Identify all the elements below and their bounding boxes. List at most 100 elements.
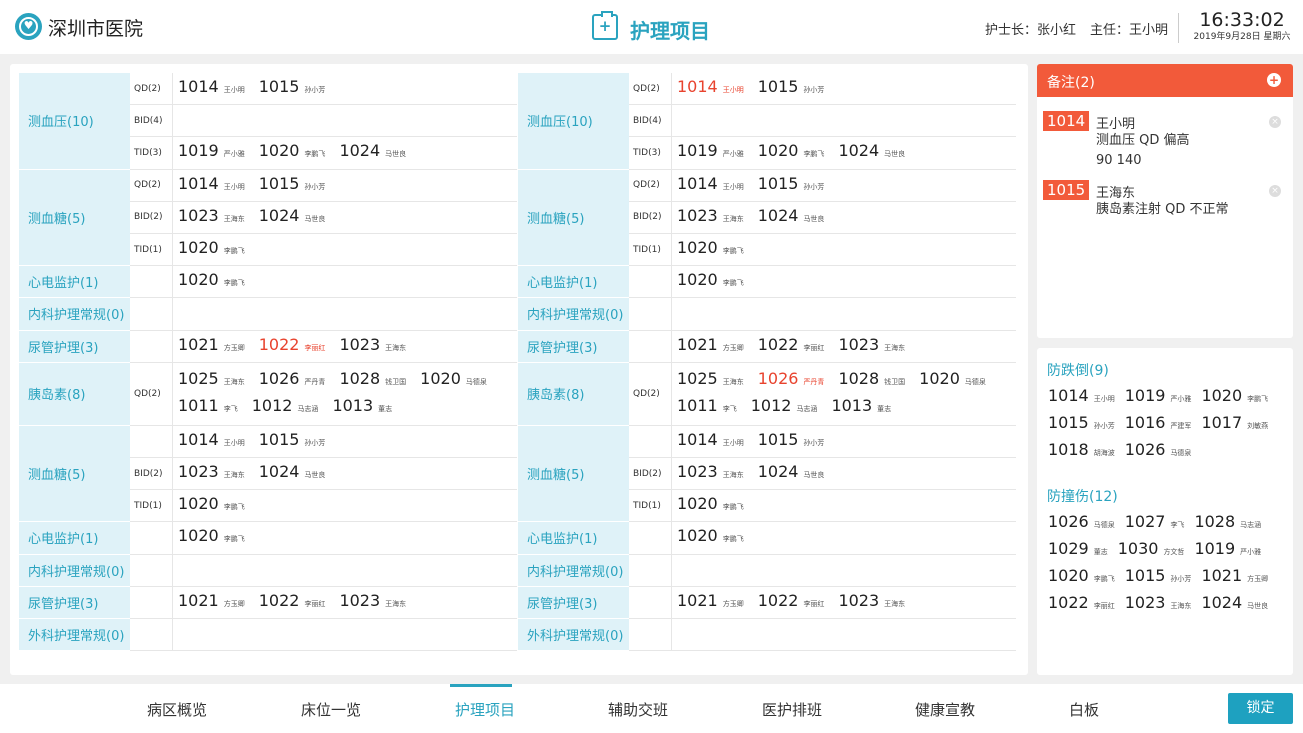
category-label[interactable]: 尿管护理(3) [518,330,629,363]
patient-entry[interactable]: 1021 方玉卿 [178,333,245,360]
patient-entry[interactable]: 1028 马志涵 [1194,512,1261,531]
patient-entry[interactable]: 1021 方玉卿 [178,589,245,616]
category-label[interactable]: 外科护理常规(0) [518,619,629,652]
patient-entry[interactable]: 1022 李丽红 [259,589,326,616]
category-label[interactable]: 测血糖(5) [518,169,629,267]
patient-entry[interactable]: 1014 王小明 [1048,386,1115,405]
nav-tab[interactable]: 医护排班 [737,684,847,733]
nav-tab[interactable]: 健康宣教 [890,684,1000,733]
nav-tab[interactable]: 辅助交班 [583,684,693,733]
patient-entry[interactable]: 1019 严小雅 [1194,539,1261,558]
patient-entry[interactable]: 1029 董志 [1048,539,1108,558]
patient-entry[interactable]: 1012 马志涵 [751,394,818,421]
patient-entry[interactable]: 1025 王海东 [178,367,245,394]
category-label[interactable]: 测血糖(5) [19,425,130,523]
patient-entry[interactable]: 1026 马德泉 [1125,440,1192,459]
patient-entry[interactable]: 1019 严小雅 [677,139,744,166]
patient-entry[interactable]: 1023 王海东 [1125,593,1192,612]
patient-entry[interactable]: 1014 王小明 [677,75,744,102]
patient-entry[interactable]: 1020 李鹏飞 [758,139,825,166]
patient-entry[interactable]: 1020 马德泉 [420,367,487,394]
patient-entry[interactable]: 1020 李鹏飞 [178,492,245,519]
patient-entry[interactable]: 1011 李飞 [178,394,238,421]
patient-entry[interactable]: 1015 孙小芳 [259,428,326,455]
patient-entry[interactable]: 1013 董志 [332,394,392,421]
nav-tab[interactable]: 护理项目 [430,684,540,733]
patient-entry[interactable]: 1026 严丹青 [758,367,825,394]
patient-entry[interactable]: 1015 孙小芳 [259,75,326,102]
category-label[interactable]: 测血压(10) [518,73,629,170]
category-label[interactable]: 尿管护理(3) [518,586,629,619]
patient-entry[interactable]: 1019 严小雅 [178,139,245,166]
patient-entry[interactable]: 1015 孙小芳 [1048,413,1115,432]
patient-entry[interactable]: 1020 李鹏飞 [1048,566,1115,585]
patient-entry[interactable]: 1020 李鹏飞 [1201,386,1268,405]
category-label[interactable]: 胰岛素(8) [19,362,130,426]
patient-entry[interactable]: 1024 马世良 [259,204,326,231]
patient-entry[interactable]: 1015 孙小芳 [758,428,825,455]
patient-entry[interactable]: 1020 马德泉 [919,367,986,394]
patient-entry[interactable]: 1022 李丽红 [758,333,825,360]
patient-entry[interactable]: 1023 王海东 [339,333,406,360]
patient-entry[interactable]: 1015 孙小芳 [758,75,825,102]
nav-tab[interactable]: 病区概览 [122,684,232,733]
patient-entry[interactable]: 1024 马世良 [259,460,326,487]
patient-entry[interactable]: 1026 马德泉 [1048,512,1115,531]
category-label[interactable]: 心电监护(1) [518,522,629,555]
category-label[interactable]: 外科护理常规(0) [19,619,130,652]
patient-entry[interactable]: 1025 王海东 [677,367,744,394]
patient-entry[interactable]: 1020 李鹏飞 [677,236,744,263]
patient-entry[interactable]: 1014 王小明 [677,428,744,455]
category-label[interactable]: 测血糖(5) [19,169,130,267]
patient-entry[interactable]: 1027 李飞 [1125,512,1185,531]
nav-tab[interactable]: 床位一览 [276,684,386,733]
patient-entry[interactable]: 1026 严丹青 [259,367,326,394]
patient-entry[interactable]: 1014 王小明 [178,428,245,455]
patient-entry[interactable]: 1020 李鹏飞 [677,268,744,295]
category-label[interactable]: 尿管护理(3) [19,330,130,363]
patient-entry[interactable]: 1028 钱卫国 [838,367,905,394]
category-label[interactable]: 内科护理常规(0) [518,554,629,587]
nav-tab[interactable]: 白板 [1029,684,1139,733]
patient-entry[interactable]: 1016 严建军 [1125,413,1192,432]
patient-entry[interactable]: 1011 李飞 [677,394,737,421]
patient-entry[interactable]: 1020 李鹏飞 [259,139,326,166]
patient-entry[interactable]: 1023 王海东 [677,204,744,231]
patient-entry[interactable]: 1020 李鹏飞 [677,492,744,519]
category-label[interactable]: 尿管护理(3) [19,586,130,619]
patient-entry[interactable]: 1022 李丽红 [1048,593,1115,612]
patient-entry[interactable]: 1021 方玉卿 [1201,566,1268,585]
add-note-icon[interactable]: + [1267,73,1281,87]
patient-entry[interactable]: 1022 李丽红 [259,333,326,360]
patient-entry[interactable]: 1014 王小明 [178,172,245,199]
patient-entry[interactable]: 1023 王海东 [838,589,905,616]
patient-entry[interactable]: 1015 孙小芳 [1125,566,1192,585]
patient-entry[interactable]: 1024 马世良 [838,139,905,166]
patient-entry[interactable]: 1014 王小明 [178,75,245,102]
lock-button[interactable]: 锁定 [1228,693,1293,724]
patient-entry[interactable]: 1023 王海东 [677,460,744,487]
patient-entry[interactable]: 1018 胡海波 [1048,440,1115,459]
patient-entry[interactable]: 1023 王海东 [838,333,905,360]
category-label[interactable]: 测血压(10) [19,73,130,170]
patient-entry[interactable]: 1020 李鹏飞 [178,236,245,263]
patient-entry[interactable]: 1028 钱卫国 [339,367,406,394]
patient-entry[interactable]: 1024 马世良 [758,204,825,231]
patient-entry[interactable]: 1019 严小雅 [1125,386,1192,405]
patient-entry[interactable]: 1020 李鹏飞 [178,268,245,295]
category-label[interactable]: 内科护理常规(0) [518,298,629,331]
patient-entry[interactable]: 1020 李鹏飞 [677,524,744,551]
patient-entry[interactable]: 1012 马志涵 [252,394,319,421]
patient-entry[interactable]: 1015 孙小芳 [758,172,825,199]
category-label[interactable]: 内科护理常规(0) [19,298,130,331]
category-label[interactable]: 测血糖(5) [518,425,629,523]
patient-entry[interactable]: 1020 李鹏飞 [178,524,245,551]
patient-entry[interactable]: 1024 马世良 [1201,593,1268,612]
close-note-icon[interactable]: × [1269,185,1281,197]
patient-entry[interactable]: 1022 李丽红 [758,589,825,616]
patient-entry[interactable]: 1013 董志 [831,394,891,421]
patient-entry[interactable]: 1023 王海东 [178,204,245,231]
category-label[interactable]: 内科护理常规(0) [19,554,130,587]
patient-entry[interactable]: 1030 方文哲 [1118,539,1185,558]
category-label[interactable]: 胰岛素(8) [518,362,629,426]
